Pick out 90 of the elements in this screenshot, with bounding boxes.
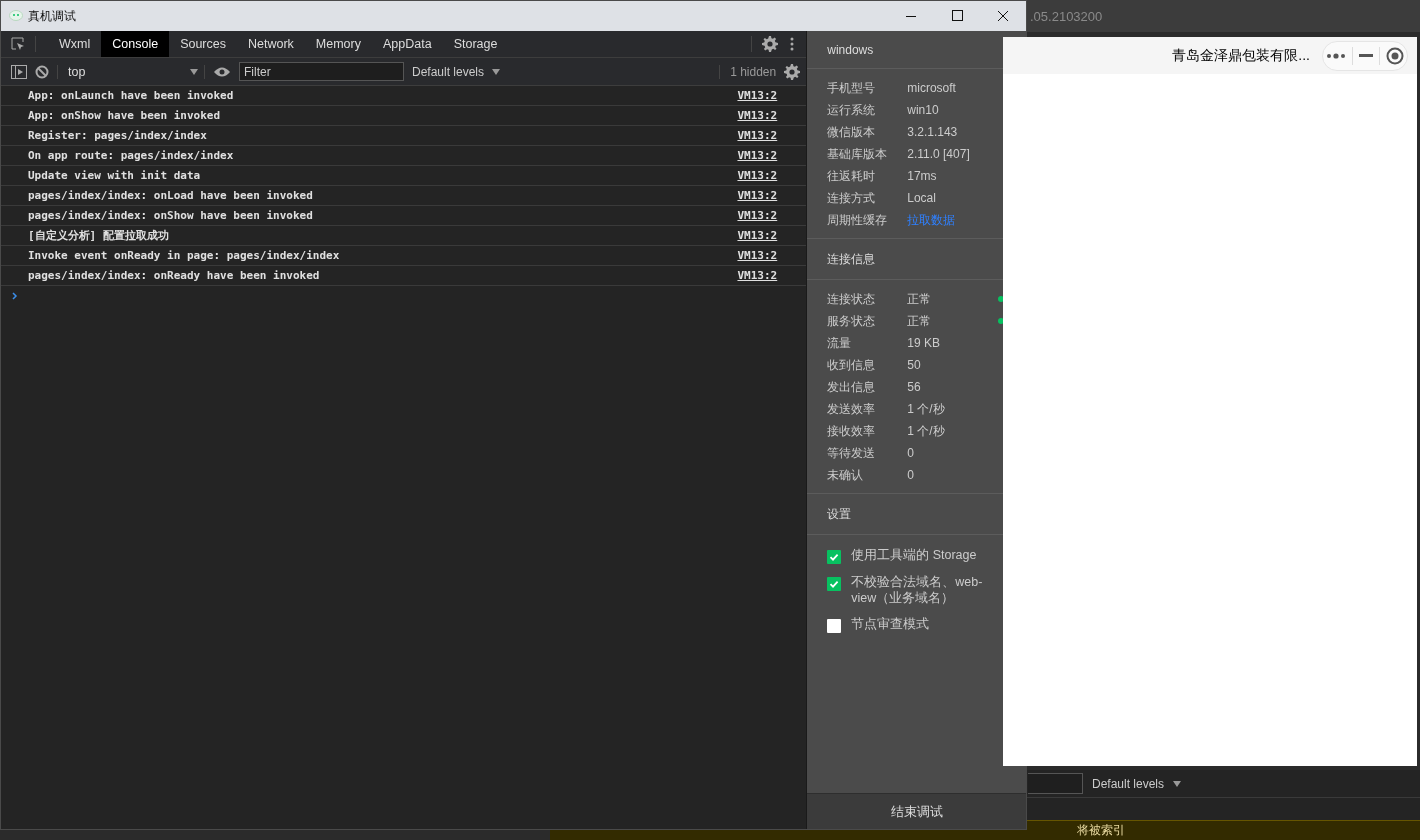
info-label: 手机型号 bbox=[827, 79, 877, 97]
log-message: App: onShow have been invoked bbox=[28, 109, 221, 122]
end-debug-button[interactable]: 结束调试 bbox=[807, 793, 1026, 829]
info-label: 发出信息 bbox=[827, 378, 877, 396]
log-message: pages/index/index: onShow have been invoked bbox=[28, 209, 313, 222]
info-label: 连接方式 bbox=[827, 189, 877, 207]
info-label: 接收效率 bbox=[827, 422, 877, 440]
checkbox-label: 使用工具端的 Storage bbox=[851, 547, 978, 563]
log-message: [自定义分析] 配置拉取成功 bbox=[28, 228, 169, 243]
caret-icon bbox=[492, 68, 501, 75]
inspect-icon[interactable] bbox=[11, 37, 25, 51]
gear-icon[interactable] bbox=[762, 36, 779, 52]
tab[interactable]: Storage bbox=[442, 31, 509, 57]
checkbox[interactable] bbox=[827, 619, 842, 633]
info-label: 微信版本 bbox=[827, 123, 877, 141]
info-label: 基础库版本 bbox=[827, 145, 889, 163]
info-value: 17ms bbox=[907, 169, 937, 183]
source-link[interactable]: VM13:2 bbox=[737, 269, 778, 282]
tab[interactable]: Network bbox=[237, 31, 305, 57]
log-message: Invoke event onReady in page: pages/index/index bbox=[28, 249, 340, 262]
tab[interactable]: Wxml bbox=[48, 31, 102, 57]
caret-icon bbox=[190, 68, 198, 75]
hidden-count: 1 hidden bbox=[719, 64, 777, 79]
page-title: 青岛金泽鼎包装有限... bbox=[1172, 46, 1310, 65]
eye-icon[interactable] bbox=[213, 65, 231, 78]
info-value: win10 bbox=[907, 103, 939, 117]
source-link[interactable]: VM13:2 bbox=[737, 229, 778, 242]
tab[interactable]: Sources bbox=[169, 31, 237, 57]
info-value: 3.2.1.143 bbox=[907, 125, 958, 139]
info-label: 周期性缓存 bbox=[827, 211, 889, 229]
checkbox[interactable] bbox=[827, 550, 842, 564]
info-label: 发送效率 bbox=[827, 400, 877, 418]
info-value: 正常 bbox=[907, 312, 932, 330]
prompt-icon bbox=[12, 292, 18, 300]
levels-dropdown[interactable]: Default levels bbox=[1092, 776, 1165, 791]
info-value: Local bbox=[907, 191, 936, 205]
source-link[interactable]: VM13:2 bbox=[737, 129, 778, 142]
info-value: 0 bbox=[907, 468, 914, 482]
checkbox-label: 不校验合法域名、web-view（业务域名） bbox=[851, 574, 984, 606]
info-value: 56 bbox=[907, 380, 921, 394]
info-label: 等待发送 bbox=[827, 444, 877, 462]
info-label: 收到信息 bbox=[827, 356, 877, 374]
target-icon[interactable] bbox=[1386, 46, 1404, 65]
warning-message: 将被索引 bbox=[1077, 822, 1125, 839]
caret-icon bbox=[1173, 780, 1182, 787]
info-label: 运行系统 bbox=[827, 101, 877, 119]
source-link[interactable]: VM13:2 bbox=[737, 109, 778, 122]
log-message: Register: pages/index/index bbox=[28, 129, 207, 142]
more-icon[interactable] bbox=[1326, 52, 1346, 59]
source-link[interactable]: VM13:2 bbox=[737, 149, 778, 162]
info-value: microsoft bbox=[907, 81, 956, 95]
info-label: 服务状态 bbox=[827, 312, 877, 330]
context-select[interactable]: top bbox=[57, 64, 205, 79]
info-value: 正常 bbox=[907, 290, 932, 308]
log-message: Update view with init data bbox=[28, 169, 201, 182]
source-link[interactable]: VM13:2 bbox=[737, 89, 778, 102]
chat-bubble-icon bbox=[9, 10, 23, 22]
levels-dropdown[interactable]: Default levels bbox=[412, 64, 485, 79]
minimize-icon[interactable] bbox=[1359, 53, 1373, 58]
info-label: 未确认 bbox=[827, 466, 865, 484]
info-label: 往返耗时 bbox=[827, 167, 877, 185]
window-title: .05.2103200 bbox=[1030, 8, 1103, 24]
log-message: pages/index/index: onReady have been invoked bbox=[28, 269, 320, 282]
info-value: 1 个/秒 bbox=[907, 400, 945, 418]
log-message: App: onLaunch have been invoked bbox=[28, 89, 234, 102]
sidebar-toggle-icon[interactable] bbox=[11, 64, 27, 79]
log-message: On app route: pages/index/index bbox=[28, 149, 234, 162]
info-value: 19 KB bbox=[907, 336, 940, 350]
info-value: 1 个/秒 bbox=[907, 422, 945, 440]
tab[interactable]: Console bbox=[101, 31, 170, 57]
gear-icon[interactable] bbox=[784, 63, 801, 80]
log-message: pages/index/index: onLoad have been invoked bbox=[28, 189, 313, 202]
checkbox[interactable] bbox=[827, 577, 842, 591]
filter-field[interactable]: Filter bbox=[239, 62, 404, 81]
window-title: 真机调试 bbox=[28, 7, 76, 25]
filter-field[interactable] bbox=[1028, 773, 1083, 794]
tab[interactable]: AppData bbox=[372, 31, 443, 57]
info-label: 连接状态 bbox=[827, 290, 877, 308]
tab[interactable]: Memory bbox=[304, 31, 372, 57]
info-label: 流量 bbox=[827, 334, 853, 352]
clear-icon[interactable] bbox=[35, 64, 49, 79]
source-link[interactable]: VM13:2 bbox=[737, 209, 778, 222]
more-icon[interactable] bbox=[790, 37, 795, 51]
source-link[interactable]: VM13:2 bbox=[737, 169, 778, 182]
info-value: 50 bbox=[907, 358, 921, 372]
source-link[interactable]: VM13:2 bbox=[737, 189, 778, 202]
info-value: 2.11.0 [407] bbox=[907, 147, 970, 161]
info-value: 0 bbox=[907, 446, 914, 460]
source-link[interactable]: VM13:2 bbox=[737, 249, 778, 262]
checkbox-label: 节点审查模式 bbox=[851, 616, 931, 632]
